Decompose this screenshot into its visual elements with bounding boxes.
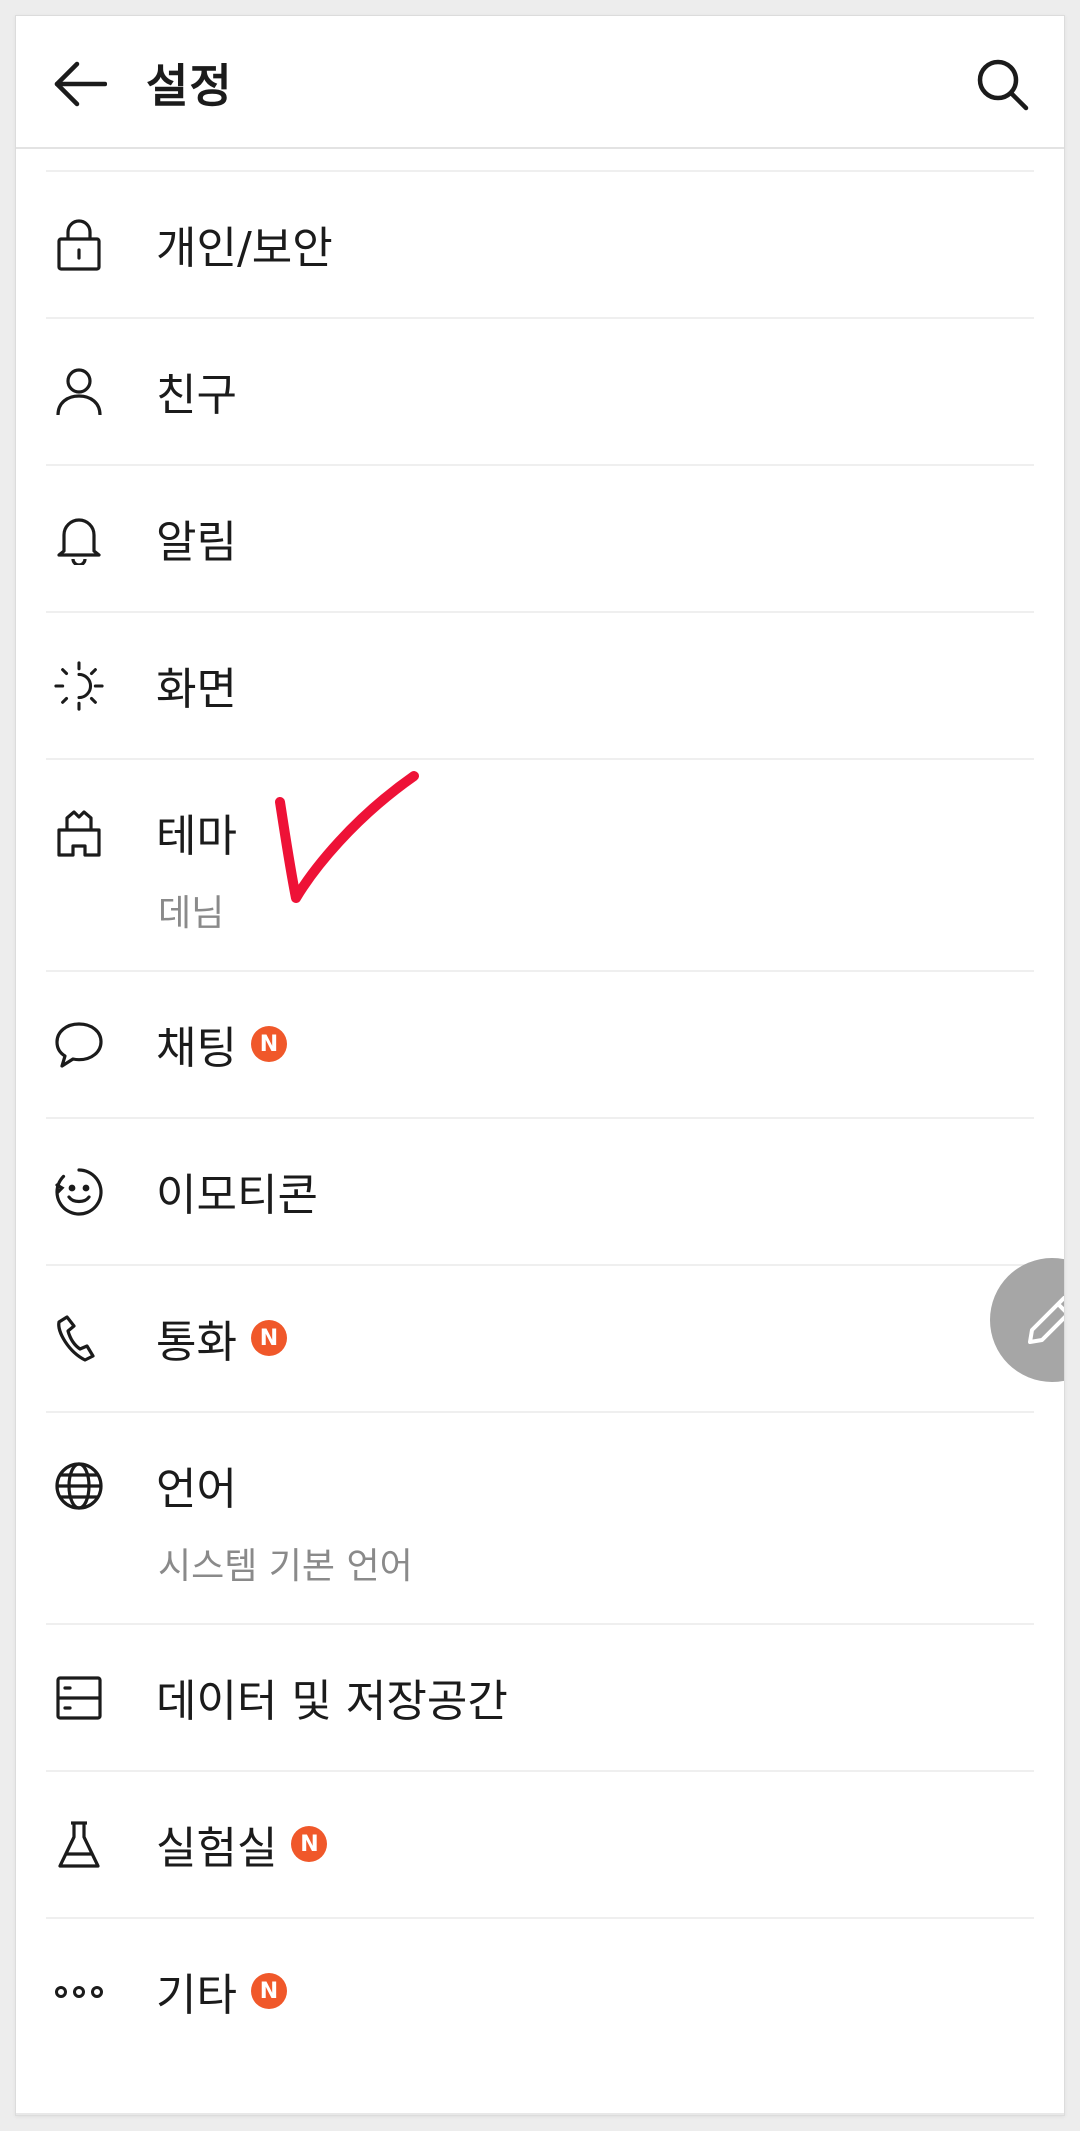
settings-item-label: 친구 xyxy=(156,370,237,421)
settings-item-labs[interactable]: 실험실 N xyxy=(46,1772,1034,1919)
settings-item-theme[interactable]: 테마 데님 xyxy=(46,760,1034,972)
settings-item-emoticons[interactable]: 이모티콘 xyxy=(46,1119,1034,1266)
settings-item-label: 개인/보안 xyxy=(156,223,333,274)
settings-item-label: 통화 xyxy=(156,1317,237,1368)
smiley-icon xyxy=(54,1167,104,1217)
settings-item-label: 언어 xyxy=(156,1464,237,1515)
phone-icon xyxy=(54,1314,104,1364)
settings-item-label: 채팅 xyxy=(156,1023,237,1074)
lock-icon xyxy=(54,219,104,271)
more-dots-icon xyxy=(54,1967,104,2017)
settings-item-chat[interactable]: 채팅 N xyxy=(46,972,1034,1119)
settings-item-language[interactable]: 언어 시스템 기본 언어 xyxy=(46,1413,1034,1625)
divider xyxy=(16,2113,1064,2115)
search-button[interactable] xyxy=(962,44,1042,124)
new-badge: N xyxy=(250,1973,287,2009)
settings-item-subtitle: 데님 xyxy=(158,893,225,934)
settings-list: 개인/보안 친구 알림 화면 테마 데님 채팅 N 이모티콘 통화 N 언어 시… xyxy=(16,149,1064,2066)
storage-icon xyxy=(54,1673,104,1723)
settings-item-label: 기타 xyxy=(156,1970,237,2021)
settings-item-label: 이모티콘 xyxy=(156,1170,318,1221)
search-icon xyxy=(975,57,1029,111)
settings-item-calls[interactable]: 통화 N xyxy=(46,1266,1034,1413)
settings-item-privacy[interactable]: 개인/보안 xyxy=(46,172,1034,319)
new-badge: N xyxy=(250,1026,287,1062)
settings-screen: 설정 개인/보안 친구 알림 화면 테마 데님 채팅 N 이모티콘 통화 N 언… xyxy=(15,15,1065,2116)
back-button[interactable] xyxy=(40,44,120,124)
settings-item-label: 실험실 xyxy=(156,1823,278,1874)
bell-icon xyxy=(54,514,104,565)
new-badge: N xyxy=(250,1320,287,1356)
person-icon xyxy=(54,367,104,417)
settings-item-label: 화면 xyxy=(156,664,237,715)
paint-brush-icon xyxy=(54,808,104,858)
arrow-left-icon xyxy=(53,61,107,107)
settings-item-storage[interactable]: 데이터 및 저장공간 xyxy=(46,1625,1034,1772)
settings-item-label: 테마 xyxy=(156,811,237,862)
app-header: 설정 xyxy=(16,16,1064,149)
settings-item-more[interactable]: 기타 N xyxy=(46,1919,1034,2066)
flask-icon xyxy=(54,1820,104,1870)
settings-item-label: 데이터 및 저장공간 xyxy=(156,1676,508,1727)
settings-item-notifications[interactable]: 알림 xyxy=(46,466,1034,613)
settings-item-subtitle: 시스템 기본 언어 xyxy=(158,1546,413,1587)
globe-icon xyxy=(54,1461,104,1511)
chat-bubble-icon xyxy=(54,1020,104,1070)
settings-item-label: 알림 xyxy=(156,517,237,568)
new-badge: N xyxy=(291,1826,328,1862)
sun-icon xyxy=(54,661,104,711)
pencil-icon xyxy=(1024,1292,1064,1348)
settings-item-display[interactable]: 화면 xyxy=(46,613,1034,760)
settings-item-friends[interactable]: 친구 xyxy=(46,319,1034,466)
page-title: 설정 xyxy=(146,59,233,113)
